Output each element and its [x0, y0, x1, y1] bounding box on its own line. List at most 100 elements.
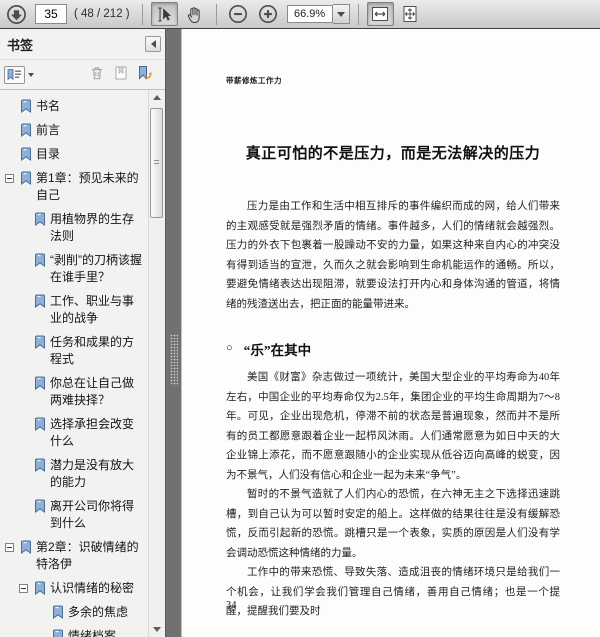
bookmark-icon [20, 99, 32, 118]
body-paragraph: 工作中的带来恐慌、导致失落、造成沮丧的情绪环境只是给我们一个机会，让我们学会我们… [226, 567, 560, 617]
bookmark-label: 书名 [36, 99, 61, 113]
fit-page-icon [400, 4, 420, 24]
bookmark-icon [34, 212, 46, 231]
caret-down-icon [336, 11, 345, 17]
page-with-bookmark-icon [113, 65, 129, 84]
zoom-level-combo[interactable]: 66.9% [286, 4, 350, 24]
section-paragraphs: 美国《财富》杂志做过一项统计，美国大型企业的平均寿命为40年左右，中国企业的平均… [226, 368, 560, 622]
bookmark-label: 你总在让自己做两难抉择？ [50, 376, 135, 407]
fit-page-button[interactable] [397, 2, 424, 26]
sidebar-scrollbar[interactable] [148, 90, 165, 637]
body-paragraph: 暂时的不景气造就了人们内心的恐慌，在六神无主之下选择迅速跳槽，到自己认为可以暂时… [226, 489, 560, 559]
bookmark-item[interactable]: 目录 [0, 146, 148, 163]
document-page: 带薪修炼工作力 真正可怕的不是压力，而是无法解决的压力 压力是由工作和生活中相互… [181, 29, 600, 637]
bookmark-icon [34, 376, 46, 395]
running-header: 带薪修炼工作力 [226, 76, 282, 85]
bookmark-icon [34, 253, 46, 272]
zoom-in-button[interactable] [255, 2, 282, 26]
bookmark-item[interactable]: 第1章：预见未来的自己 [0, 170, 148, 204]
bookmark-item[interactable]: 用植物界的生存法则 [0, 211, 148, 245]
section-heading-text: “乐”在其中 [243, 343, 312, 358]
intro-paragraphs: 压力是由工作和生活中相互排斥的事件编织而成的网，给人们带来的主观感受就是强烈矛盾… [226, 197, 560, 314]
bookmark-label: 离开公司你将得到什么 [50, 499, 135, 530]
select-tool-button[interactable] [150, 2, 178, 26]
bookmark-icon [20, 540, 32, 559]
bookmark-options-icon [4, 65, 25, 84]
bookmarks-panel: 书签 书名 前言 目录 第1章：预见未来的自己 用植物界的生存法则 “剥削”的刀… [0, 29, 165, 637]
bookmark-item[interactable]: 你总在让自己做两难抉择？ [0, 375, 148, 409]
select-cursor-icon [155, 5, 174, 24]
section-heading: ○ “乐”在其中 [226, 339, 560, 359]
top-toolbar: ( 48 / 212 ) 66.9% [0, 0, 600, 29]
new-bookmark-button[interactable] [133, 64, 157, 86]
panel-title: 书签 [7, 37, 34, 53]
body-paragraph: 美国《财富》杂志做过一项统计，美国大型企业的平均寿命为40年左右，中国企业的平均… [226, 372, 560, 481]
splitter-grip-icon [170, 334, 178, 386]
bookmark-icon [52, 605, 64, 624]
bookmark-item[interactable]: 第2章：识破情绪的特洛伊 [0, 539, 148, 573]
bookmark-label: 潜力是没有放大的能力 [50, 458, 135, 489]
bookmark-label: “剥削”的刀柄该握在谁手里？ [50, 253, 142, 284]
bookmarks-tree: 书名前言目录第1章：预见未来的自己用植物界的生存法则 “剥削”的刀柄该握在谁手里？… [0, 90, 148, 637]
plus-circle-icon [258, 4, 278, 24]
scroll-up-button[interactable] [149, 91, 165, 104]
hand-icon [185, 5, 204, 24]
up-triangle-icon [153, 95, 161, 100]
bookmark-label: 目录 [36, 147, 61, 161]
zoom-out-button[interactable] [225, 2, 252, 26]
bookmark-label: 情绪档案 [68, 629, 117, 637]
bookmark-icon [20, 123, 32, 142]
bookmark-item[interactable]: 认识情绪的秘密 [0, 580, 148, 597]
collapse-toggle-icon[interactable] [5, 174, 14, 183]
fit-width-icon [370, 4, 390, 24]
next-page-button[interactable] [3, 2, 30, 26]
bookmark-label: 第2章：识破情绪的特洛伊 [36, 540, 139, 571]
expand-current-bookmark-button[interactable] [109, 64, 133, 86]
bookmark-item[interactable]: 离开公司你将得到什么 [0, 498, 148, 532]
bookmark-icon [20, 171, 32, 190]
bookmark-icon [34, 458, 46, 477]
bookmark-item[interactable]: 多余的焦虑 [0, 604, 148, 621]
fit-width-button[interactable] [366, 2, 394, 26]
bookmark-icon [20, 147, 32, 166]
scroll-down-button[interactable] [149, 623, 165, 636]
bookmark-icon [34, 417, 46, 436]
bookmark-label: 多余的焦虑 [68, 605, 129, 619]
circle-down-arrow-icon [6, 4, 27, 25]
bookmark-icon [52, 629, 64, 637]
delete-bookmark-button[interactable] [85, 64, 109, 86]
bookmark-item[interactable]: 前言 [0, 122, 148, 139]
bookmark-item[interactable]: 情绪档案 [0, 628, 148, 637]
bookmark-item[interactable]: 书名 [0, 98, 148, 115]
zoom-dropdown-button[interactable] [332, 4, 350, 24]
collapse-toggle-icon[interactable] [19, 584, 28, 593]
bookmarks-toolbar [0, 60, 165, 90]
new-bookmark-icon [136, 65, 154, 84]
bookmark-options-button[interactable] [4, 65, 34, 84]
chapter-title: 真正可怕的不是压力，而是无法解决的压力 [245, 146, 541, 162]
trash-icon [89, 65, 105, 84]
collapse-toggle-icon[interactable] [5, 543, 14, 552]
bookmark-item[interactable]: 选择承担会改变什么 [0, 416, 148, 450]
bookmark-item[interactable]: 潜力是没有放大的能力 [0, 457, 148, 491]
toolbar-separator [357, 3, 359, 25]
panel-splitter[interactable] [165, 29, 181, 637]
left-triangle-icon [150, 40, 156, 48]
toolbar-separator [215, 3, 217, 25]
down-triangle-icon [153, 627, 161, 632]
bookmark-label: 选择承担会改变什么 [50, 417, 135, 448]
bookmark-item[interactable]: 任务和成果的方程式 [0, 334, 148, 368]
bookmark-icon [34, 499, 46, 518]
bookmark-icon [34, 335, 46, 354]
collapse-panel-button[interactable] [145, 36, 161, 52]
bookmark-item[interactable]: 工作、职业与事业的战争 [0, 293, 148, 327]
bookmark-item[interactable]: “剥削”的刀柄该握在谁手里？ [0, 252, 148, 286]
scrollbar-thumb[interactable] [150, 108, 163, 218]
bookmark-label: 用植物界的生存法则 [50, 212, 135, 243]
hand-tool-button[interactable] [181, 2, 208, 26]
page-number: 34 [226, 600, 237, 611]
bookmark-label: 任务和成果的方程式 [50, 335, 135, 366]
page-number-input[interactable] [35, 4, 67, 24]
zoom-level-value[interactable]: 66.9% [286, 5, 333, 23]
page-count-label: ( 48 / 212 ) [74, 8, 130, 20]
